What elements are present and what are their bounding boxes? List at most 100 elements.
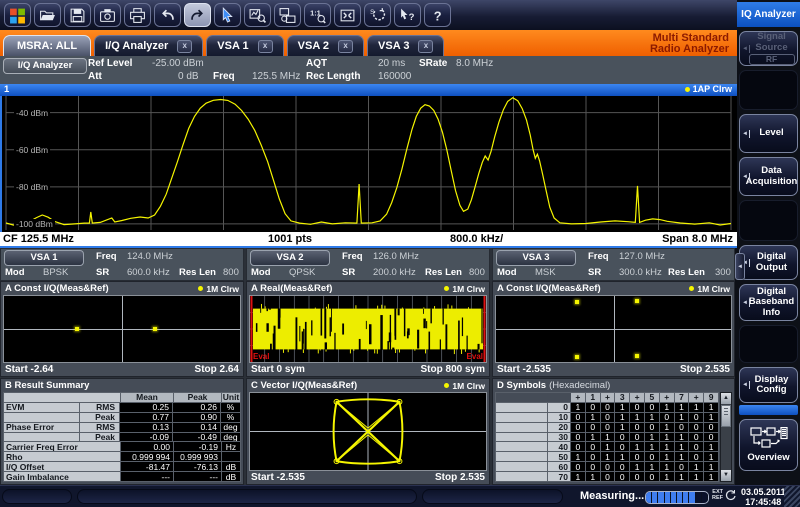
symbol-bit: 0 [615, 442, 630, 451]
sr-label: SR [588, 267, 601, 278]
row-label [4, 433, 80, 442]
ref-level-value[interactable]: -25.00 dBm [152, 58, 204, 69]
mean-value: -0.09 [120, 433, 173, 442]
softkey-display-config[interactable]: ◄Display Config [739, 367, 798, 403]
result-row: Gain Imbalance------dB [4, 472, 240, 481]
sweep-refresh-icon[interactable]: S [364, 3, 391, 27]
symbol-bit: 0 [689, 452, 704, 461]
status-well-2 [77, 489, 417, 504]
symbol-bit: 1 [660, 462, 675, 471]
tab-vsa2[interactable]: VSA 2x [287, 35, 364, 56]
rec-length-value[interactable]: 160000 [378, 71, 411, 82]
file-open-icon[interactable] [34, 3, 61, 27]
row-index: 70 [548, 472, 571, 481]
screenshot-icon[interactable] [94, 3, 121, 27]
unit-value: % [221, 413, 240, 422]
y-tick-label: -40 dBm [14, 108, 50, 118]
constellation-plot-msk [495, 295, 732, 363]
symbol-bit: 1 [586, 433, 601, 442]
symbol-bit: 0 [645, 452, 660, 461]
sidebar-collapse-arrow[interactable]: ◄ [735, 253, 745, 280]
symbols-scrollbar[interactable]: ▲ ▼ [720, 392, 732, 482]
tab-msra-all[interactable]: MSRA: ALL [3, 35, 91, 56]
symbol-bit: 0 [645, 423, 660, 432]
sr-value: 600.0 kHz [127, 267, 170, 278]
vsa2-tab-button[interactable]: VSA 2 [250, 250, 330, 266]
unit-value: Hz [222, 442, 240, 451]
close-icon[interactable]: x [177, 40, 192, 53]
redo-icon[interactable] [184, 3, 211, 27]
close-icon[interactable]: x [418, 40, 433, 53]
overview-button[interactable]: Overview [739, 419, 798, 471]
date-time-display: 03.05.2011 17:45:48 [741, 487, 786, 507]
trace-legend: 1M Clrw [444, 284, 485, 294]
eval-marker-right: Eval [467, 352, 483, 361]
symbol-bit: 0 [689, 433, 704, 442]
symbol-row: 01001001111 [496, 403, 718, 413]
status-well-1 [2, 489, 72, 504]
axis-start-label: Start 0 sym [251, 363, 305, 376]
scroll-down-icon[interactable]: ▼ [721, 470, 731, 481]
symbol-bit: 1 [601, 442, 616, 451]
context-help-icon[interactable]: ? [394, 3, 421, 27]
tab-vsa3[interactable]: VSA 3x [367, 35, 444, 56]
symbol-bit: 0 [615, 472, 630, 481]
constellation-point [635, 354, 639, 358]
status-bar: Measuring... EXTREF 03.05.2011 17:45:48 [0, 485, 800, 507]
symbol-column-header: 5 [645, 393, 660, 402]
zoom-1-1-icon[interactable]: 1:1 [304, 3, 331, 27]
pointer-icon[interactable] [214, 3, 241, 27]
symbol-column-header: 3 [615, 393, 630, 402]
symbol-bit: 1 [689, 472, 704, 481]
close-icon[interactable]: x [258, 40, 273, 53]
undo-icon[interactable] [154, 3, 181, 27]
fit-window-icon[interactable] [334, 3, 361, 27]
symbol-bit: 1 [704, 413, 718, 422]
result-row: EVMRMS0.250.26% [4, 403, 240, 413]
scrollbar-thumb[interactable] [721, 405, 731, 427]
windows-start-icon[interactable] [4, 3, 31, 27]
tab-label: MSRA: ALL [17, 40, 77, 52]
srate-value[interactable]: 8.0 MHz [456, 58, 493, 69]
aqt-value[interactable]: 20 ms [378, 58, 405, 69]
trace-dot-icon [685, 87, 690, 92]
symbol-row: 600000111011 [496, 462, 718, 472]
softkey-signal-source: ◄Signal SourceRF [739, 31, 798, 66]
freq-label: Freq [342, 251, 363, 262]
symbol-bit: 1 [704, 452, 718, 461]
res-len-value: 800 [469, 267, 485, 278]
window-d-symbols: D Symbols (Hexadecimal) +1+3+5+7+9010010… [492, 378, 735, 485]
tab-vsa1[interactable]: VSA 1x [206, 35, 283, 56]
app-selector-button[interactable]: I/Q Analyzer [3, 58, 87, 74]
close-icon[interactable]: x [338, 40, 353, 53]
softkey-empty-slot [739, 325, 798, 363]
vsa1-tab-button[interactable]: VSA 1 [4, 250, 84, 266]
ref-level-label: Ref Level [88, 58, 132, 69]
symbol-bit: 1 [675, 433, 690, 442]
save-icon[interactable] [64, 3, 91, 27]
symbol-column-header: 1 [586, 393, 601, 402]
real-waveform-trace [250, 296, 486, 362]
mod-value: BPSK [43, 267, 68, 278]
window-b-result-summary: B Result Summary MeanPeakUnitEVMRMS0.250… [0, 378, 244, 485]
help-icon[interactable]: ? [424, 3, 451, 27]
softkey-digital-output[interactable]: ◄Digital Output [739, 245, 798, 280]
unit-value: dB [222, 462, 240, 471]
trace-legend: 1M Clrw [198, 284, 239, 294]
vsa3-tab-button[interactable]: VSA 3 [496, 250, 576, 266]
tab-iq-analyzer[interactable]: I/Q Analyzerx [94, 35, 203, 56]
symbol-row: 300110011100 [496, 433, 718, 443]
zoom-icon[interactable] [244, 3, 271, 27]
print-icon[interactable] [124, 3, 151, 27]
freq-value: 124.0 MHz [127, 251, 173, 262]
ref-sync-icon [724, 489, 737, 502]
zoom-window-icon[interactable] [274, 3, 301, 27]
softkey-level[interactable]: ◄Level [739, 114, 798, 153]
att-value[interactable]: 0 dB [178, 71, 199, 82]
freq-value[interactable]: 125.5 MHz [252, 71, 300, 82]
symbol-bit: 0 [630, 403, 645, 412]
softkey-digital-baseband-info[interactable]: ◄Digital Baseband Info [739, 284, 798, 321]
scroll-up-icon[interactable]: ▲ [721, 393, 731, 404]
row-sublabel: RMS [80, 403, 120, 412]
softkey-data-acquisition[interactable]: ◄Data Acquisition [739, 157, 798, 196]
